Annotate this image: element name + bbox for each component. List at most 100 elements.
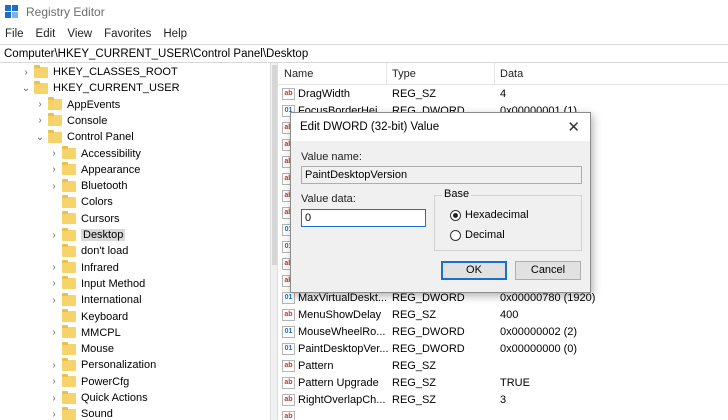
tree-item[interactable]: › HKEY_CLASSES_ROOT	[20, 64, 178, 80]
menu-help[interactable]: Help	[157, 28, 193, 40]
expand-arrow-icon[interactable]: ›	[34, 115, 46, 126]
value-name-field[interactable]: PaintDesktopVersion	[301, 166, 582, 184]
tree-item[interactable]: › Personalization	[48, 357, 156, 373]
tree-item[interactable]: › International	[48, 292, 142, 308]
value-type: REG_SZ	[392, 360, 437, 372]
reg-string-icon: ab	[282, 309, 295, 321]
value-data-field[interactable]: 0	[301, 209, 426, 227]
tree-item-label: Control Panel	[67, 131, 134, 144]
folder-icon	[62, 162, 76, 176]
folder-icon	[62, 357, 76, 371]
reg-string-icon: ab	[282, 360, 295, 372]
tree-item[interactable]: › Bluetooth	[48, 178, 127, 194]
value-row[interactable]: ab RightOverlapCh... REG_SZ 3	[278, 392, 728, 409]
ok-button[interactable]: OK	[441, 261, 507, 280]
tree-item[interactable]: Cursors	[48, 211, 120, 227]
tree-item[interactable]: › Input Method	[48, 276, 145, 292]
value-data: 4	[500, 88, 507, 100]
tree-item-label: don't load	[81, 245, 129, 258]
expand-arrow-icon[interactable]: ›	[48, 181, 60, 192]
value-type: REG_DWORD	[392, 343, 465, 355]
scrollbar-thumb[interactable]	[272, 65, 277, 265]
expand-arrow-icon[interactable]: ›	[34, 99, 46, 110]
value-row[interactable]: 01 PaintDesktopVer... REG_DWORD 0x00000000 …	[278, 341, 728, 358]
expand-arrow-icon[interactable]: ›	[48, 295, 60, 306]
list-header: Name Type Data	[278, 63, 728, 85]
header-name[interactable]: Name	[284, 68, 313, 80]
expand-arrow-icon[interactable]: ›	[48, 327, 60, 338]
tree-item[interactable]: Mouse	[48, 341, 114, 357]
folder-icon	[48, 97, 62, 111]
tree-item[interactable]: › Infrared	[48, 260, 119, 276]
header-data[interactable]: Data	[500, 68, 523, 80]
tree-item-label: Sound	[81, 408, 113, 420]
close-icon[interactable]: ✕	[567, 118, 580, 136]
expand-arrow-icon[interactable]: ›	[48, 148, 60, 159]
tree-item[interactable]: › Desktop	[48, 227, 126, 243]
value-data: 400	[500, 309, 519, 321]
folder-icon	[62, 292, 76, 306]
folder-icon	[62, 341, 76, 355]
hexadecimal-radio[interactable]: Hexadecimal	[450, 209, 529, 221]
value-row[interactable]: ab Pattern REG_SZ	[278, 358, 728, 375]
base-groupbox	[434, 195, 582, 251]
radio-checked-icon	[450, 209, 461, 221]
expand-arrow-icon[interactable]: ›	[48, 262, 60, 273]
folder-icon	[62, 146, 76, 159]
tree-item[interactable]: › PowerCfg	[48, 374, 129, 390]
expand-arrow-icon[interactable]: ›	[20, 67, 32, 78]
folder-icon	[34, 64, 48, 78]
expand-arrow-icon[interactable]: ›	[48, 393, 60, 404]
tree-item[interactable]: ⌄ Control Panel	[34, 129, 134, 145]
expand-arrow-icon[interactable]: ›	[48, 409, 60, 420]
expand-arrow-icon[interactable]: ⌄	[34, 132, 46, 143]
folder-icon	[62, 227, 76, 241]
value-row[interactable]: ab DragWidth REG_SZ 4	[278, 86, 728, 103]
tree-item[interactable]: › Console	[34, 113, 107, 129]
expand-arrow-icon[interactable]: ›	[48, 278, 60, 289]
value-row[interactable]: ab MenuShowDelay REG_SZ 400	[278, 307, 728, 324]
dialog-title: Edit DWORD (32-bit) Value	[300, 121, 440, 133]
cancel-button[interactable]: Cancel	[515, 261, 581, 280]
value-data: 0x00000780 (1920)	[500, 292, 596, 304]
expand-arrow-icon[interactable]: ›	[48, 164, 60, 175]
header-type[interactable]: Type	[392, 68, 416, 80]
tree-item[interactable]: don't load	[48, 243, 128, 259]
tree-item[interactable]: › Accessibility	[48, 146, 141, 162]
menu-view[interactable]: View	[61, 28, 98, 40]
tree-item[interactable]: Keyboard	[48, 309, 128, 325]
value-name: Pattern	[298, 360, 334, 372]
value-row[interactable]: ab	[278, 409, 728, 420]
folder-icon	[62, 243, 76, 257]
menu-favorites[interactable]: Favorites	[98, 28, 157, 40]
tree-scrollbar[interactable]	[270, 63, 278, 420]
address-bar[interactable]: Computer\HKEY_CURRENT_USER\Control Panel…	[0, 44, 728, 63]
tree-item[interactable]: › MMCPL	[48, 325, 121, 341]
tree-item[interactable]: Colors	[48, 194, 113, 210]
tree-item-label: Bluetooth	[81, 180, 128, 193]
value-type: REG_SZ	[392, 377, 437, 389]
value-name: MouseWheelRo...	[298, 326, 386, 338]
expand-arrow-icon[interactable]: ›	[48, 376, 60, 387]
reg-binary-icon: 01	[282, 292, 295, 304]
tree-item-label: Personalization	[81, 359, 157, 372]
tree-item-label: Desktop	[81, 229, 126, 241]
key-tree[interactable]: › HKEY_CLASSES_ROOT ⌄ HKEY_CURRENT_USER › App…	[0, 63, 270, 420]
tree-item[interactable]: › Appearance	[48, 162, 140, 178]
menu-file[interactable]: File	[0, 28, 30, 40]
expand-arrow-icon[interactable]: ›	[48, 360, 60, 371]
expand-arrow-icon[interactable]: ⌄	[20, 83, 32, 94]
tree-item[interactable]: › Quick Actions	[48, 390, 148, 406]
value-row[interactable]: ab Pattern Upgrade REG_SZ TRUE	[278, 375, 728, 392]
menu-edit[interactable]: Edit	[30, 28, 62, 40]
decimal-radio[interactable]: Decimal	[450, 229, 505, 241]
value-row[interactable]: 01 MouseWheelRo... REG_DWORD 0x00000002 (2)	[278, 324, 728, 341]
folder-icon	[62, 178, 76, 192]
tree-item[interactable]: › Sound	[48, 406, 113, 420]
tree-item[interactable]: ⌄ HKEY_CURRENT_USER	[20, 80, 180, 96]
value-type: REG_DWORD	[392, 326, 465, 338]
tree-item[interactable]: › AppEvents	[34, 97, 120, 113]
tree-item-label: Quick Actions	[81, 392, 148, 404]
tree-item-label: International	[81, 294, 142, 307]
expand-arrow-icon[interactable]: ›	[48, 230, 60, 241]
